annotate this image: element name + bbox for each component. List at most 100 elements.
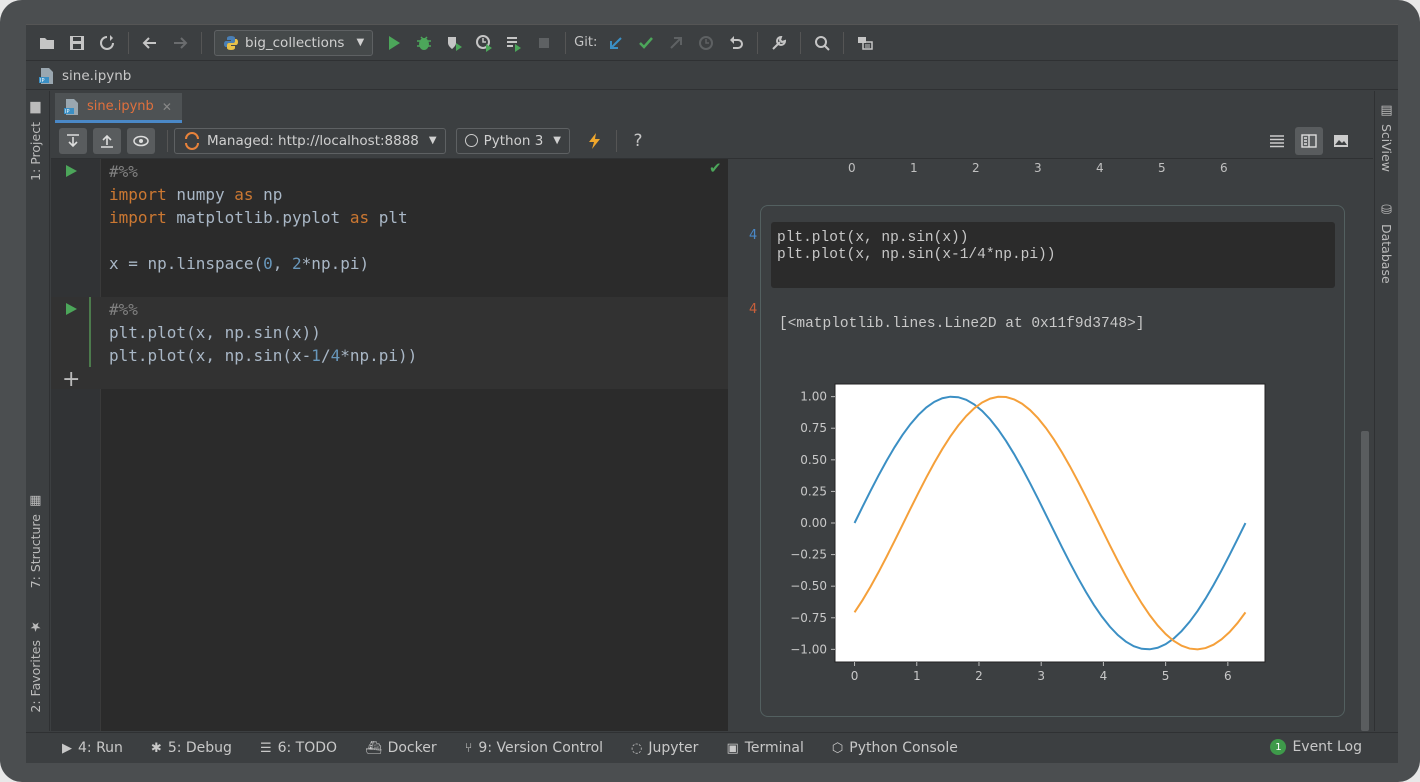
code-line: #%% [109, 300, 138, 319]
version-control-tool-button[interactable]: ⑂ 9: Version Control [465, 740, 603, 756]
jupyter-tool-button[interactable]: ◌ Jupyter [631, 740, 698, 756]
editor-tab-sine[interactable]: IP sine.ipynb ✕ [55, 93, 182, 123]
search-icon[interactable] [807, 29, 837, 57]
sciview-tool-tab[interactable]: ▤ SciView [1379, 103, 1394, 172]
run-cell-icon[interactable] [64, 164, 78, 178]
sciview-icon: ▤ [1380, 103, 1393, 118]
x-tick-label: 3 [1037, 669, 1045, 683]
git-push-icon[interactable] [661, 29, 691, 57]
right-tool-strip: ▤ SciView ⛁ Database [1374, 91, 1398, 731]
close-icon[interactable]: ✕ [162, 100, 172, 114]
star-icon: ★ [29, 619, 42, 634]
add-cell-plus-icon[interactable]: + [62, 367, 80, 392]
active-cell-marker [89, 297, 91, 367]
toolbar-separator [800, 31, 802, 54]
run-configuration-label: big_collections [245, 34, 345, 51]
stop-icon[interactable] [529, 29, 559, 57]
clipped-axis-ticks: 0 1 2 3 4 5 6 [728, 161, 1328, 177]
debug-tool-button[interactable]: ✱ 5: Debug [151, 740, 232, 756]
database-tool-label: Database [1379, 224, 1394, 284]
save-icon[interactable] [62, 29, 92, 57]
profile-icon[interactable] [469, 29, 499, 57]
git-rollback-icon[interactable] [721, 29, 751, 57]
run-cell-below-icon[interactable] [59, 127, 87, 154]
window-frame: big_collections ▼ Git: IP sine.ipynb 1: … [0, 0, 1420, 782]
code-cell-2[interactable]: #%% plt.plot(x, np.sin(x)) plt.plot(x, n… [51, 297, 728, 389]
structure-tool-tab[interactable]: 7: Structure ▦ [28, 493, 43, 588]
notebook-file-icon: IP [64, 98, 78, 115]
forward-arrow-icon[interactable] [165, 29, 195, 57]
run-cell-above-icon[interactable] [93, 127, 121, 154]
jupyter-spinner-icon [185, 131, 199, 150]
code-line: plt.plot(x, np.sin(x-1/4*np.pi)) [109, 346, 418, 365]
tool-window-bar: ▶ 4: Run ✱ 5: Debug ☰ 6: TODO ⛴ Docker ⑂ 9: V… [26, 732, 1398, 763]
split-view-icon[interactable] [1295, 126, 1323, 155]
kernel-idle-circle-icon [464, 134, 478, 147]
tick-label: 3 [1034, 161, 1042, 175]
scrollbar-thumb[interactable] [1361, 431, 1369, 731]
database-tool-tab[interactable]: ⛁ Database [1379, 203, 1394, 284]
todo-tool-label: 6: TODO [277, 740, 338, 756]
settings-wrench-icon[interactable] [764, 29, 794, 57]
run-icon[interactable] [379, 29, 409, 57]
output-preview-pane: 0 1 2 3 4 5 6 4 plt.plot(x, np.sin(x)) p… [728, 159, 1373, 731]
editor-area: IP sine.ipynb ✕ Managed: http://localhos… [51, 91, 1373, 731]
run-concurrency-icon[interactable] [499, 29, 529, 57]
branch-icon: ⑂ [464, 740, 473, 756]
y-tick-label: 0.75 [800, 421, 827, 435]
back-arrow-icon[interactable] [135, 29, 165, 57]
git-history-clock-icon[interactable] [691, 29, 721, 57]
chevron-down-icon: ▼ [356, 37, 365, 48]
code-editor-pane[interactable]: ✔ #%% import numpy as np import matplotl… [51, 159, 728, 731]
left-tool-strip: 1: Project ▆ 7: Structure ▦ 2: Favorites… [26, 91, 50, 731]
terminal-icon: ▣ [726, 740, 739, 756]
code-line: import numpy as np [109, 185, 283, 204]
kernel-dropdown[interactable]: Python 3 ▼ [455, 127, 570, 154]
sync-icon[interactable] [92, 29, 122, 57]
jupyter-server-dropdown[interactable]: Managed: http://localhost:8888 ▼ [174, 127, 446, 154]
structure-icon: ▦ [29, 493, 42, 508]
open-folder-icon[interactable] [32, 29, 62, 57]
svg-text:IP: IP [65, 109, 70, 115]
project-tool-tab[interactable]: 1: Project ▆ [28, 101, 43, 181]
debug-bug-icon[interactable] [409, 29, 439, 57]
breadcrumb-file-name[interactable]: sine.ipynb [62, 68, 131, 84]
eye-icon[interactable] [127, 127, 155, 154]
git-commit-check-icon[interactable] [631, 29, 661, 57]
y-tick-label: −0.25 [790, 548, 827, 562]
output-prompt-number: 4 [749, 302, 758, 317]
structure-tool-label: 7: Structure [28, 514, 43, 589]
x-tick-label: 5 [1162, 669, 1170, 683]
run-tool-button[interactable]: ▶ 4: Run [62, 740, 123, 756]
event-log-button[interactable]: 1 Event Log [1270, 739, 1362, 755]
run-configuration-dropdown[interactable]: big_collections ▼ [214, 29, 374, 56]
preview-only-view-icon[interactable] [1327, 127, 1355, 155]
project-tool-label: 1: Project [28, 122, 43, 181]
coverage-icon[interactable] [439, 29, 469, 57]
code-line: plt.plot(x, np.sin(x)) [109, 323, 321, 342]
tick-label: 6 [1220, 161, 1228, 175]
favorites-tool-tab[interactable]: 2: Favorites ★ [28, 619, 43, 713]
python-console-tool-button[interactable]: ⬡ Python Console [832, 740, 958, 756]
docker-tool-button[interactable]: ⛴ Docker [365, 740, 437, 756]
run-cell-icon[interactable] [64, 302, 78, 316]
code-line: #%% [109, 162, 138, 181]
help-icon[interactable]: ? [623, 127, 653, 155]
x-tick-label: 1 [913, 669, 921, 683]
toolbar-separator [757, 31, 759, 54]
code-cell-1[interactable]: #%% import numpy as np import matplotlib… [51, 159, 728, 297]
git-update-icon[interactable] [601, 29, 631, 57]
presentation-assistant-icon[interactable] [850, 29, 880, 57]
lightning-icon[interactable] [580, 127, 610, 155]
play-icon: ▶ [62, 740, 72, 756]
python-console-tool-label: Python Console [849, 740, 958, 756]
output-cell-card[interactable]: 4 plt.plot(x, np.sin(x)) plt.plot(x, np.… [749, 205, 1345, 717]
todo-tool-button[interactable]: ☰ 6: TODO [260, 740, 337, 756]
terminal-tool-button[interactable]: ▣ Terminal [726, 740, 803, 756]
tick-label: 4 [1096, 161, 1104, 175]
terminal-tool-label: Terminal [744, 740, 804, 756]
version-control-tool-label: 9: Version Control [478, 740, 604, 756]
jupyter-tool-label: Jupyter [648, 740, 699, 756]
editor-only-view-icon[interactable] [1263, 127, 1291, 155]
input-prompt-number: 4 [749, 228, 758, 243]
